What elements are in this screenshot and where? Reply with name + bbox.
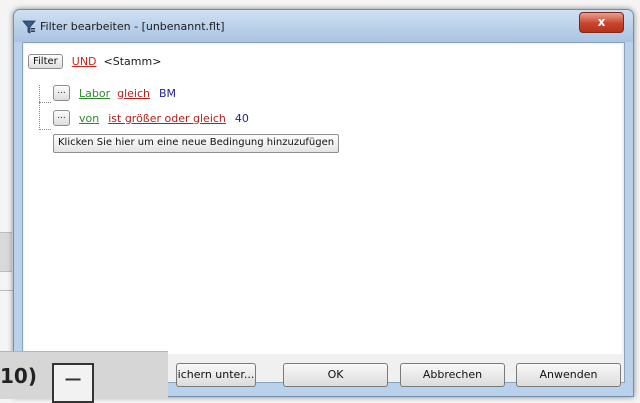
tree-connector-vertical <box>39 85 41 130</box>
save-as-button[interactable]: ichern unter... <box>176 363 256 387</box>
apply-button[interactable]: Anwenden <box>516 363 621 387</box>
condition-value[interactable]: BM <box>159 87 176 100</box>
minus-icon: − <box>62 365 84 393</box>
condition-row: ... Labor gleich BM <box>53 84 176 102</box>
condition-row: ... von ist größer oder gleich 40 <box>53 109 249 127</box>
close-icon: x <box>597 15 606 29</box>
condition-field-link[interactable]: Labor <box>79 87 110 100</box>
background-window-fragment: 10) − <box>0 351 168 403</box>
condition-field-link[interactable]: von <box>79 112 99 125</box>
tree-connector-branch <box>39 102 51 104</box>
filter-root-row: Filter UND <Stamm> <box>28 52 161 70</box>
condition-options-button[interactable]: ... <box>53 110 70 126</box>
add-condition-button[interactable]: Klicken Sie hier um eine neue Bedingung … <box>53 134 340 153</box>
group-name-label: <Stamm> <box>103 54 162 68</box>
condition-options-button[interactable]: ... <box>53 85 70 101</box>
filter-dialog: Filter bearbeiten - [unbenannt.flt] x Fi… <box>13 9 634 397</box>
close-button[interactable]: x <box>579 12 624 33</box>
condition-value[interactable]: 40 <box>235 112 249 125</box>
filter-funnel-icon <box>22 20 36 34</box>
filter-root-button[interactable]: Filter <box>28 53 63 69</box>
ok-button[interactable]: OK <box>283 363 388 387</box>
tree-connector-branch <box>39 129 51 131</box>
logic-operator-link[interactable]: UND <box>72 55 97 68</box>
background-panel-strip <box>0 232 12 272</box>
minimize-box[interactable]: − <box>52 363 94 403</box>
title-bar[interactable]: Filter bearbeiten - [unbenannt.flt] x <box>14 10 633 42</box>
condition-operator-link[interactable]: ist größer oder gleich <box>108 112 226 125</box>
window-title: Filter bearbeiten - [unbenannt.flt] <box>40 20 225 33</box>
dialog-client-area: Filter UND <Stamm> ... Labor gleich BM .… <box>22 42 625 387</box>
filter-tree-editor[interactable]: Filter UND <Stamm> ... Labor gleich BM .… <box>24 44 622 354</box>
cancel-button[interactable]: Abbrechen <box>400 363 505 387</box>
partial-text: 10) <box>0 364 37 388</box>
condition-operator-link[interactable]: gleich <box>117 87 150 100</box>
